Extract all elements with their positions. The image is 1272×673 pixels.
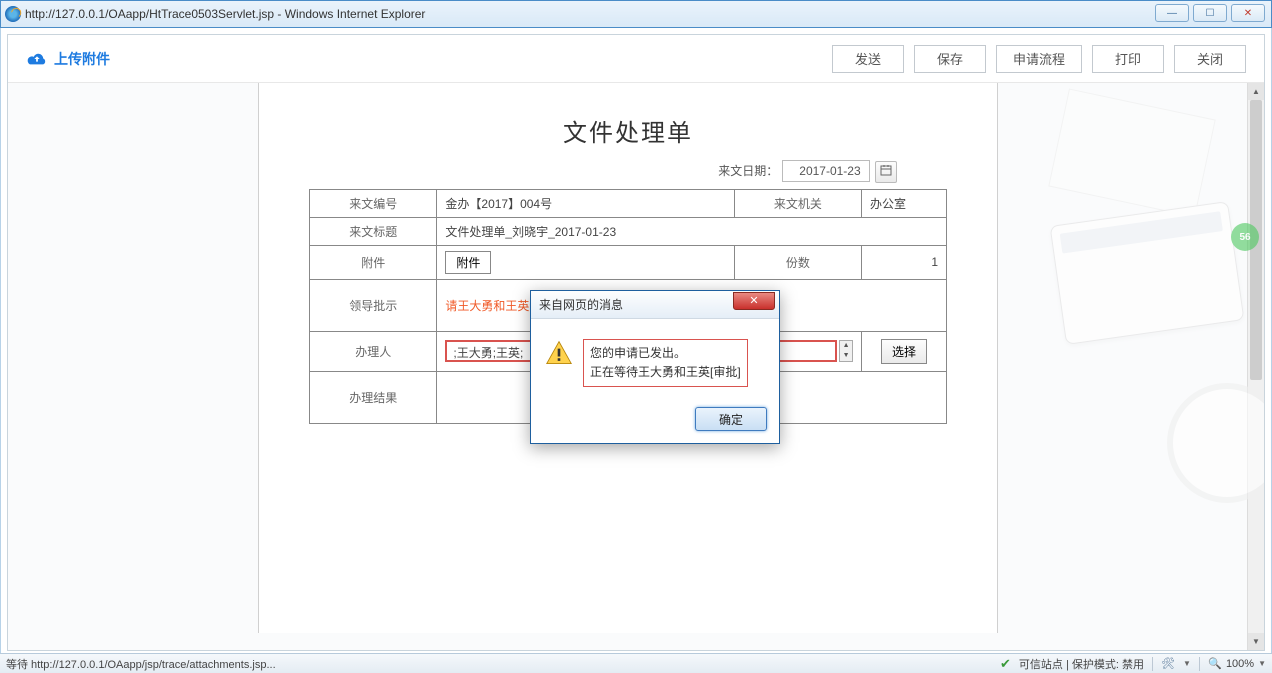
result-label: 办理结果 bbox=[310, 371, 437, 423]
dialog-line2: 正在等待王大勇和王英[审批] bbox=[590, 363, 741, 382]
calendar-icon[interactable] bbox=[875, 161, 897, 183]
spinner-up-icon[interactable]: ▲ bbox=[840, 341, 852, 351]
spinner-down-icon[interactable]: ▼ bbox=[840, 351, 852, 361]
send-button[interactable]: 发送 bbox=[832, 45, 904, 73]
window-close-button[interactable]: ✕ bbox=[1231, 4, 1265, 22]
handler-spinner[interactable]: ▲ ▼ bbox=[839, 340, 853, 362]
alert-dialog: 来自网页的消息 ✕ 您的申请已发出。 正在等待王大勇和王英[审批] 确定 bbox=[530, 290, 780, 444]
copies-value[interactable]: 1 bbox=[862, 245, 947, 279]
leader-label: 领导批示 bbox=[310, 279, 437, 331]
zoom-value: 100% bbox=[1226, 658, 1254, 670]
dialog-titlebar[interactable]: 来自网页的消息 ✕ bbox=[531, 291, 779, 319]
zoom-icon: 🔍 bbox=[1208, 657, 1222, 671]
trusted-check-icon: ✔ bbox=[1000, 656, 1011, 672]
scroll-thumb[interactable] bbox=[1250, 100, 1262, 380]
scroll-up-arrow[interactable]: ▲ bbox=[1248, 83, 1264, 100]
apply-flow-button[interactable]: 申请流程 bbox=[996, 45, 1082, 73]
attach-label: 附件 bbox=[310, 245, 437, 279]
window-controls: — ☐ ✕ bbox=[1155, 4, 1265, 22]
window-title: http://127.0.0.1/OAapp/HtTrace0503Servle… bbox=[25, 7, 425, 21]
trusted-site-text: 可信站点 | 保护模式: 禁用 bbox=[1019, 656, 1144, 672]
title-label: 来文标题 bbox=[310, 217, 437, 245]
title-value[interactable]: 文件处理单_刘晓宇_2017-01-23 bbox=[437, 217, 947, 245]
doc-no-label: 来文编号 bbox=[310, 189, 437, 217]
handler-label: 办理人 bbox=[310, 331, 437, 371]
tools-icon[interactable]: 🛠 bbox=[1161, 657, 1175, 671]
scroll-down-arrow[interactable]: ▼ bbox=[1248, 633, 1264, 650]
upload-label: 上传附件 bbox=[54, 49, 110, 69]
close-button[interactable]: 关闭 bbox=[1174, 45, 1246, 73]
zoom-control[interactable]: 🔍 100% ▼ bbox=[1208, 657, 1266, 671]
cloud-upload-icon bbox=[26, 51, 48, 67]
upload-attachment-link[interactable]: 上传附件 bbox=[26, 49, 110, 69]
dialog-footer: 确定 bbox=[531, 399, 779, 443]
warning-icon bbox=[545, 339, 573, 367]
dialog-message: 您的申请已发出。 正在等待王大勇和王英[审批] bbox=[583, 339, 748, 387]
status-text: 等待 http://127.0.0.1/OAapp/jsp/trace/atta… bbox=[6, 656, 1000, 672]
status-right: ✔ 可信站点 | 保护模式: 禁用 🛠 ▼ 🔍 100% ▼ bbox=[1000, 656, 1266, 672]
attachment-button[interactable]: 附件 bbox=[445, 251, 491, 274]
select-cell: 选择 bbox=[862, 331, 947, 371]
org-value[interactable]: 办公室 bbox=[862, 189, 947, 217]
toolbar-buttons: 发送 保存 申请流程 打印 关闭 bbox=[832, 45, 1246, 73]
table-row: 附件 附件 份数 1 bbox=[310, 245, 947, 279]
toolbar: 上传附件 发送 保存 申请流程 打印 关闭 bbox=[8, 35, 1264, 83]
dialog-title: 来自网页的消息 bbox=[539, 296, 623, 313]
date-row: 来文日期： 2017-01-23 bbox=[309, 160, 947, 183]
date-label: 来文日期： bbox=[718, 164, 778, 178]
status-bar: 等待 http://127.0.0.1/OAapp/jsp/trace/atta… bbox=[0, 653, 1272, 673]
window-minimize-button[interactable]: — bbox=[1155, 4, 1189, 22]
window-titlebar: http://127.0.0.1/OAapp/HtTrace0503Servle… bbox=[0, 0, 1272, 28]
table-row: 来文编号 金办【2017】004号 来文机关 办公室 bbox=[310, 189, 947, 217]
ie-icon bbox=[5, 6, 21, 22]
org-label: 来文机关 bbox=[734, 189, 861, 217]
doc-no-value[interactable]: 金办【2017】004号 bbox=[437, 189, 734, 217]
table-row: 来文标题 文件处理单_刘晓宇_2017-01-23 bbox=[310, 217, 947, 245]
date-input[interactable]: 2017-01-23 bbox=[782, 160, 870, 182]
window-maximize-button[interactable]: ☐ bbox=[1193, 4, 1227, 22]
vertical-scrollbar[interactable]: ▲ ▼ bbox=[1247, 83, 1264, 650]
dialog-ok-button[interactable]: 确定 bbox=[695, 407, 767, 431]
select-handler-button[interactable]: 选择 bbox=[881, 339, 927, 364]
copies-label: 份数 bbox=[734, 245, 861, 279]
background-decoration: 56 bbox=[967, 83, 1247, 483]
print-button[interactable]: 打印 bbox=[1092, 45, 1164, 73]
attach-cell: 附件 bbox=[437, 245, 734, 279]
save-button[interactable]: 保存 bbox=[914, 45, 986, 73]
dialog-close-button[interactable]: ✕ bbox=[733, 292, 775, 310]
dialog-body: 您的申请已发出。 正在等待王大勇和王英[审批] bbox=[531, 319, 779, 399]
form-title: 文件处理单 bbox=[309, 113, 947, 148]
dialog-line1: 您的申请已发出。 bbox=[590, 344, 741, 363]
